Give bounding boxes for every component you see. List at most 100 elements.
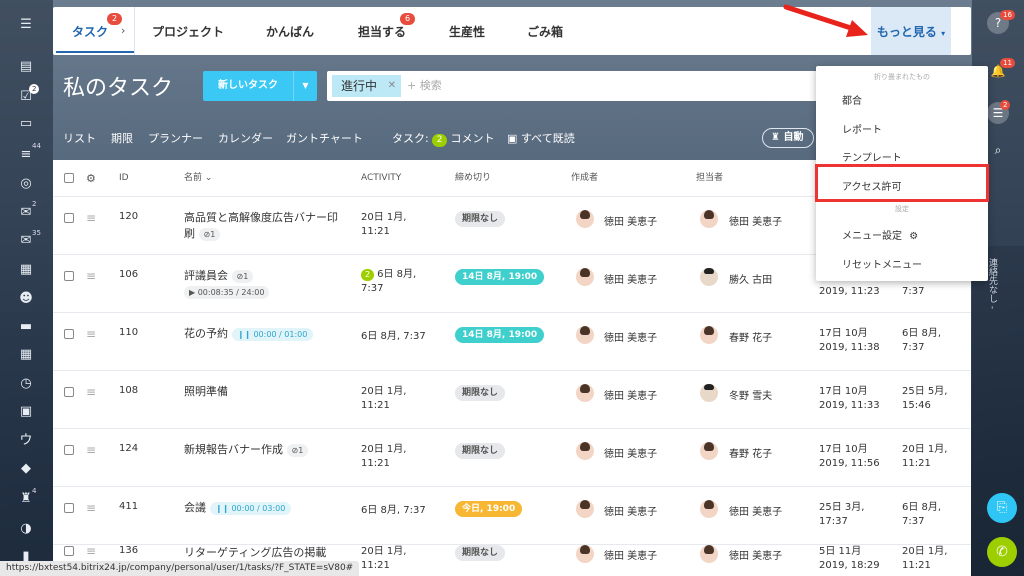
tab-trash[interactable]: ごみ箱 xyxy=(527,7,563,55)
creator-name[interactable]: 徳田 美恵子 xyxy=(604,387,657,402)
users-icon[interactable]: ☻ xyxy=(17,290,35,308)
task-name[interactable]: リターゲティング広告の掲載 xyxy=(184,545,354,561)
row-checkbox[interactable] xyxy=(64,271,74,281)
tab-projects[interactable]: プロジェクト xyxy=(152,7,224,55)
creator-name[interactable]: 徳田 美恵子 xyxy=(604,547,657,562)
row-menu-icon[interactable]: ≡ xyxy=(86,545,98,557)
deadline-badge[interactable]: 今日, 19:00 xyxy=(455,501,523,517)
menu-item-convenience[interactable]: 都合 xyxy=(842,92,862,107)
menu-item-templates[interactable]: テンプレート xyxy=(842,149,902,164)
col-activity[interactable]: ACTIVITY xyxy=(361,160,401,197)
task-name[interactable]: 会議 ❙❙ 00:00 / 03:00 xyxy=(184,500,344,516)
creator-name[interactable]: 徳田 美恵子 xyxy=(604,271,657,286)
tab-assigned[interactable]: 担当する xyxy=(358,7,406,55)
task-name[interactable]: 照明準備 xyxy=(184,384,344,400)
view-deadline[interactable]: 期限 xyxy=(111,130,133,146)
timer-badge[interactable]: ❙❙ 00:00 / 01:00 xyxy=(231,328,314,341)
task-title[interactable]: 評議員会 xyxy=(184,269,228,282)
automation-button[interactable]: ♜ 自動 xyxy=(762,128,814,148)
task-name[interactable]: 高品質と高解像度広告バナー印刷 ⊘1 xyxy=(184,210,344,242)
site-icon[interactable]: ウ xyxy=(17,432,35,450)
row-checkbox[interactable] xyxy=(64,503,74,513)
view-calendar[interactable]: カレンダー xyxy=(218,130,273,146)
close-icon[interactable]: ✕ xyxy=(388,75,396,97)
calendar2-icon[interactable]: ▦ xyxy=(17,346,35,364)
task-title[interactable]: リターゲティング広告の掲載 xyxy=(184,546,326,559)
read-all-link[interactable]: ▣ すべて既読 xyxy=(507,130,575,146)
menu-item-menu-settings[interactable]: メニュー設定 ⚙ xyxy=(842,227,918,242)
col-deadline[interactable]: 締め切り xyxy=(455,160,491,197)
view-list[interactable]: リスト xyxy=(63,130,96,146)
task-name[interactable]: 評議員会 ⊘1 ▶ 00:08:35 / 24:00 xyxy=(184,268,344,300)
task-title[interactable]: 会議 xyxy=(184,501,206,514)
menu-item-reset-menu[interactable]: リセットメニュー xyxy=(842,256,922,271)
task-counter[interactable]: タスク: 2 コメント xyxy=(392,130,494,147)
filter-search-bar[interactable]: 進行中 ✕ + 検索 xyxy=(327,71,817,101)
box-icon[interactable]: ◆ xyxy=(17,460,35,478)
task-title[interactable]: 新規報告バナー作成 xyxy=(184,443,283,456)
task-name[interactable]: 新規報告バナー作成 ⊘1 xyxy=(184,442,344,458)
col-assignee[interactable]: 担当者 xyxy=(696,160,723,197)
row-menu-icon[interactable]: ≡ xyxy=(86,444,98,456)
col-id[interactable]: ID xyxy=(119,160,129,197)
creator-name[interactable]: 徳田 美恵子 xyxy=(604,329,657,344)
tab-kanban[interactable]: かんばん xyxy=(266,7,314,55)
select-all-checkbox[interactable] xyxy=(64,173,74,183)
row-checkbox[interactable] xyxy=(64,329,74,339)
row-menu-icon[interactable]: ≡ xyxy=(86,328,98,340)
dropdown-arrow-icon[interactable]: ▼ xyxy=(293,71,317,101)
assignee-name[interactable]: 徳田 美恵子 xyxy=(729,547,782,562)
assignee-name[interactable]: 冬野 雪夫 xyxy=(729,387,772,402)
tab-productivity[interactable]: 生産性 xyxy=(449,7,485,55)
search-icon[interactable]: ⌕ xyxy=(987,139,1009,161)
target-icon[interactable]: ◎ xyxy=(17,175,35,193)
gear-icon[interactable]: ⚙ xyxy=(86,160,96,197)
creator-name[interactable]: 徳田 美恵子 xyxy=(604,503,657,518)
row-menu-icon[interactable]: ≡ xyxy=(86,502,98,514)
row-menu-icon[interactable]: ≡ xyxy=(86,386,98,398)
menu-item-reports[interactable]: レポート xyxy=(842,121,882,136)
view-planner[interactable]: プランナー xyxy=(148,130,203,146)
apps-icon[interactable]: ▦ xyxy=(17,261,35,279)
deadline-badge[interactable]: 14日 8月, 19:00 xyxy=(455,327,545,343)
more-button[interactable]: もっと見る ▾ xyxy=(871,7,951,55)
row-checkbox[interactable] xyxy=(64,213,74,223)
timer-badge[interactable]: ❙❙ 00:00 / 03:00 xyxy=(209,502,292,515)
table-row[interactable]: ≡ 124 新規報告バナー作成 ⊘1 20日 1月, 11:21 期限なし 徳田… xyxy=(53,429,971,487)
deadline-badge[interactable]: 期限なし xyxy=(455,211,506,227)
creator-name[interactable]: 徳田 美恵子 xyxy=(604,445,657,460)
open-lines-button[interactable]: ⎘ xyxy=(987,493,1017,523)
deadline-badge[interactable]: 14日 8月, 19:00 xyxy=(455,269,545,285)
row-menu-icon[interactable]: ≡ xyxy=(86,270,98,282)
filter-chip[interactable]: 進行中 ✕ xyxy=(332,75,401,97)
menu-icon[interactable]: ☰ xyxy=(17,16,35,34)
timeman-icon[interactable]: ◑ xyxy=(17,520,35,538)
phone-call-button[interactable]: ✆ xyxy=(987,537,1017,567)
assignee-name[interactable]: 徳田 美恵子 xyxy=(729,503,782,518)
row-menu-icon[interactable]: ≡ xyxy=(86,212,98,224)
assignee-name[interactable]: 勝久 古田 xyxy=(729,271,772,286)
assignee-name[interactable]: 春野 花子 xyxy=(729,445,772,460)
feed-icon[interactable]: ▤ xyxy=(17,58,35,76)
calendar-icon[interactable]: ▭ xyxy=(17,115,35,133)
row-checkbox[interactable] xyxy=(64,445,74,455)
col-name[interactable]: 名前 ⌄ xyxy=(184,160,212,197)
view-gantt[interactable]: ガントチャート xyxy=(286,130,363,146)
table-row[interactable]: ≡ 108 照明準備 20日 1月, 11:21 期限なし 徳田 美恵子 冬野 … xyxy=(53,371,971,429)
deadline-badge[interactable]: 期限なし xyxy=(455,545,506,561)
search-input[interactable]: + 検索 xyxy=(407,71,442,101)
clock-icon[interactable]: ◷ xyxy=(17,375,35,393)
row-checkbox[interactable] xyxy=(64,546,74,556)
task-name[interactable]: 花の予約 ❙❙ 00:00 / 01:00 xyxy=(184,326,344,342)
table-row[interactable]: ≡ 110 花の予約 ❙❙ 00:00 / 01:00 6日 8月, 7:37 … xyxy=(53,313,971,371)
new-task-button[interactable]: 新しいタスク ▼ xyxy=(203,71,317,101)
row-checkbox[interactable] xyxy=(64,387,74,397)
col-creator[interactable]: 作成者 xyxy=(571,160,598,197)
creator-name[interactable]: 徳田 美恵子 xyxy=(604,213,657,228)
deadline-badge[interactable]: 期限なし xyxy=(455,443,506,459)
assignee-name[interactable]: 徳田 美恵子 xyxy=(729,213,782,228)
tab-tasks[interactable]: タスク xyxy=(72,7,108,55)
task-title[interactable]: 花の予約 xyxy=(184,327,228,340)
task-title[interactable]: 照明準備 xyxy=(184,385,228,398)
drive-icon[interactable]: ▬ xyxy=(17,318,35,336)
